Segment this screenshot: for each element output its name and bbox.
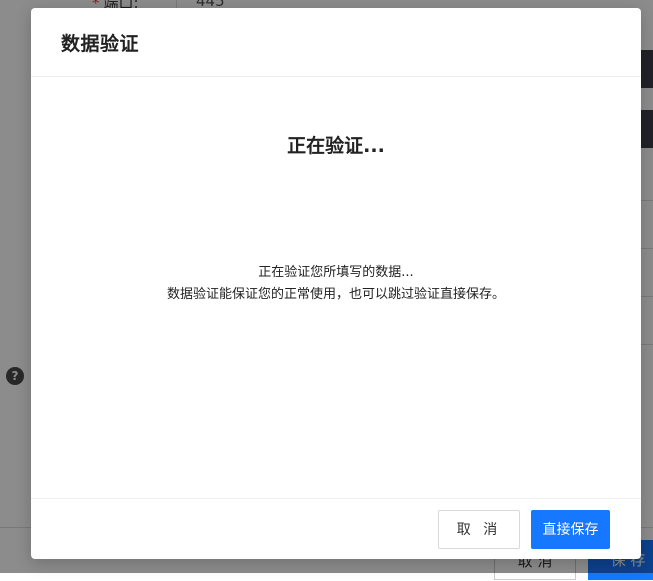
dialog-title: 数据验证 — [61, 32, 140, 55]
validating-heading: 正在验证... — [287, 135, 385, 157]
cancel-button[interactable]: 取 消 — [438, 510, 520, 549]
data-validation-dialog: 数据验证 正在验证... 正在验证您所填写的数据... 数据验证能保证您的正常使… — [31, 8, 641, 559]
dialog-body: 正在验证... 正在验证您所填写的数据... 数据验证能保证您的正常使用，也可以… — [31, 77, 641, 498]
validation-message: 正在验证您所填写的数据... 数据验证能保证您的正常使用，也可以跳过验证直接保存… — [31, 262, 641, 306]
dialog-footer: 取 消 直接保存 — [31, 498, 641, 559]
validation-message-line-2: 数据验证能保证您的正常使用，也可以跳过验证直接保存。 — [166, 287, 505, 302]
validation-message-line-1: 正在验证您所填写的数据... — [258, 265, 414, 280]
skip-validation-save-button[interactable]: 直接保存 — [531, 510, 610, 549]
dialog-header: 数据验证 — [31, 8, 641, 77]
